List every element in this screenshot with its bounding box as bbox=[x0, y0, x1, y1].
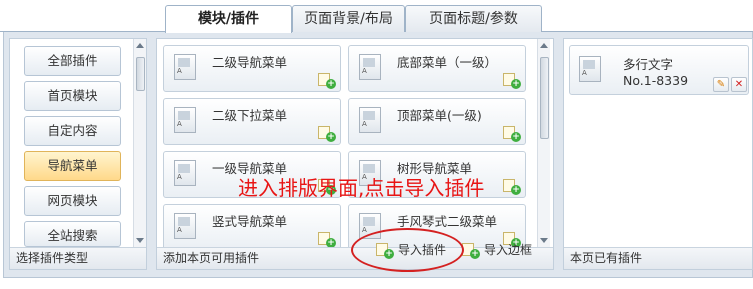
plugin-card[interactable]: 竖式导航菜单 + bbox=[163, 204, 341, 251]
plugin-card[interactable]: 底部菜单（一级） + bbox=[348, 45, 526, 92]
import-border-label: 导入边框 bbox=[484, 243, 533, 257]
import-border-icon: + bbox=[462, 243, 480, 259]
plugin-name: 二级导航菜单 bbox=[212, 55, 288, 70]
existing-plugins-panel: 多行文字 No.1-8339 ✎ ✕ 本页已有插件 bbox=[563, 38, 753, 270]
existing-plugin-card[interactable]: 多行文字 No.1-8339 ✎ ✕ bbox=[569, 45, 749, 95]
category-custom-content[interactable]: 自定内容 bbox=[24, 116, 121, 146]
scroll-thumb[interactable] bbox=[136, 57, 145, 91]
category-footer: 选择插件类型 bbox=[10, 247, 146, 269]
existing-footer: 本页已有插件 bbox=[564, 247, 752, 269]
plugin-thumbnail-icon bbox=[174, 160, 196, 186]
category-all-plugins[interactable]: 全部插件 bbox=[24, 46, 121, 76]
edit-icon[interactable]: ✎ bbox=[713, 77, 729, 92]
scroll-thumb[interactable] bbox=[540, 57, 549, 139]
add-plugin-icon[interactable]: + bbox=[318, 73, 336, 89]
add-plugin-icon[interactable]: + bbox=[503, 126, 521, 142]
scroll-up-icon[interactable] bbox=[136, 43, 144, 48]
existing-plugin-title: 多行文字 bbox=[623, 57, 674, 72]
tab-page-background-layout[interactable]: 页面背景/布局 bbox=[292, 5, 405, 32]
plugin-card[interactable]: 二级导航菜单 + bbox=[163, 45, 341, 92]
category-web-modules[interactable]: 网页模块 bbox=[24, 186, 121, 216]
plugin-thumbnail-icon bbox=[579, 56, 601, 82]
plugins-scrollbar[interactable] bbox=[537, 39, 550, 247]
delete-icon[interactable]: ✕ bbox=[731, 77, 747, 92]
plugin-thumbnail-icon bbox=[359, 54, 381, 80]
category-navigation-menu[interactable]: 导航菜单 bbox=[24, 151, 121, 181]
plugin-card[interactable]: 二级下拉菜单 + bbox=[163, 98, 341, 145]
scroll-up-icon[interactable] bbox=[540, 43, 548, 48]
plugin-thumbnail-icon bbox=[174, 213, 196, 239]
plugin-card[interactable]: 顶部菜单(一级) + bbox=[348, 98, 526, 145]
plugin-thumbnail-icon bbox=[174, 54, 196, 80]
add-plugin-icon[interactable]: + bbox=[503, 179, 521, 195]
category-panel: 全部插件 首页模块 自定内容 导航菜单 网页模块 全站搜索 选择插件类型 bbox=[9, 38, 147, 270]
category-site-search[interactable]: 全站搜索 bbox=[24, 221, 121, 247]
add-plugin-icon[interactable]: + bbox=[318, 126, 336, 142]
plugin-name: 顶部菜单(一级) bbox=[397, 108, 482, 123]
annotation-circle bbox=[351, 228, 464, 272]
category-scrollbar[interactable] bbox=[133, 39, 146, 247]
import-border-button[interactable]: + 导入边框 bbox=[462, 239, 542, 261]
category-home-modules[interactable]: 首页模块 bbox=[24, 81, 121, 111]
scroll-down-icon[interactable] bbox=[136, 238, 144, 243]
tab-modules-plugins[interactable]: 模块/插件 bbox=[165, 5, 292, 33]
annotation-text: 进入排版界面,点击导入插件 bbox=[238, 176, 485, 200]
plugin-name: 二级下拉菜单 bbox=[212, 108, 288, 123]
plugin-name: 竖式导航菜单 bbox=[212, 214, 288, 229]
add-plugin-icon[interactable]: + bbox=[503, 73, 521, 89]
plugins-panel: 二级导航菜单 + 底部菜单（一级） + 二级下拉菜单 + 顶部菜单(一级) + … bbox=[156, 38, 554, 270]
plugin-name: 底部菜单（一级） bbox=[397, 55, 498, 70]
plugin-thumbnail-icon bbox=[359, 107, 381, 133]
tab-page-title-params[interactable]: 页面标题/参数 bbox=[405, 5, 542, 32]
tab-bar: 模块/插件 页面背景/布局 页面标题/参数 bbox=[0, 0, 753, 33]
existing-plugin-number: No.1-8339 bbox=[623, 73, 689, 88]
add-plugin-icon[interactable]: + bbox=[318, 232, 336, 248]
plugin-thumbnail-icon bbox=[174, 107, 196, 133]
